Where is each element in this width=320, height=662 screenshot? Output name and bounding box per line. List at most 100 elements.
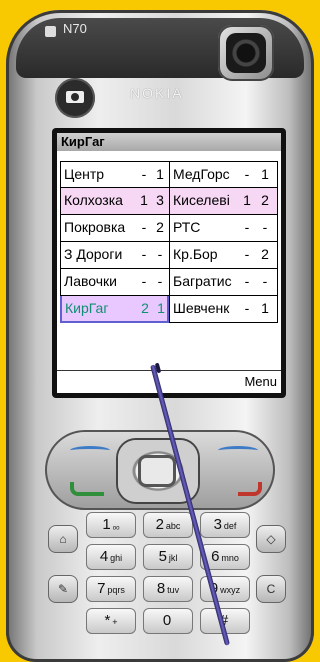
left-softkey[interactable] bbox=[70, 446, 110, 455]
score-a: - bbox=[244, 219, 250, 235]
score-b: - bbox=[262, 219, 268, 235]
key-number: 5 bbox=[158, 548, 167, 565]
score-b: 1 bbox=[261, 166, 269, 182]
model-badge-icon bbox=[45, 26, 56, 37]
key-star[interactable]: * + bbox=[86, 608, 136, 634]
team-name: Шевченк bbox=[173, 300, 230, 316]
lens-icon bbox=[226, 33, 266, 73]
table-cell-left[interactable]: З Дороги - - bbox=[60, 242, 169, 269]
score-b: - bbox=[262, 273, 268, 289]
key-number: 1 bbox=[102, 516, 111, 533]
app-title: КирГаг bbox=[57, 133, 281, 151]
table-row: Лавочки - - Багратис - - bbox=[60, 269, 278, 296]
table-cell-left[interactable]: Покровка -2 bbox=[60, 215, 169, 242]
call-key[interactable] bbox=[70, 482, 104, 496]
table-cell-left[interactable]: Лавочки - - bbox=[60, 269, 169, 296]
key-number: 2 bbox=[155, 516, 164, 533]
key-letters: tuv bbox=[167, 585, 180, 595]
menu-softkey[interactable]: Menu bbox=[244, 374, 277, 389]
table-row: Колхозка 1 3 Киселеві 1 2 bbox=[60, 188, 278, 215]
key-letters: wxyz bbox=[220, 585, 241, 595]
table-cell-left[interactable]: Центр -1 bbox=[60, 161, 169, 188]
key-letters: jkl bbox=[168, 553, 178, 563]
team-name: МедГорс bbox=[173, 166, 230, 182]
key-7[interactable]: 7 pqrs bbox=[86, 576, 136, 602]
clear-key[interactable]: C bbox=[256, 575, 286, 603]
key-number: 8 bbox=[156, 580, 166, 597]
table-cell-right[interactable]: Багратис - - bbox=[169, 269, 278, 296]
score-a: 1 bbox=[243, 192, 251, 208]
multimedia-key[interactable]: ◇ bbox=[256, 525, 286, 553]
key-5[interactable]: 5 jkl bbox=[143, 544, 193, 570]
model-label: N70 bbox=[63, 21, 87, 36]
camera-button[interactable] bbox=[55, 78, 95, 118]
table-row: Покровка -2 РТС - - bbox=[60, 215, 278, 242]
table-cell-left[interactable]: КирГаг 2 1 bbox=[60, 296, 169, 323]
key-number: 3 bbox=[213, 516, 222, 533]
score-b: 3 bbox=[156, 192, 164, 208]
right-softkey[interactable] bbox=[218, 446, 258, 455]
score-b: 1 bbox=[261, 300, 269, 316]
end-call-key[interactable] bbox=[238, 482, 262, 496]
team-name: Покровка bbox=[64, 219, 126, 235]
key-number: * bbox=[104, 612, 111, 629]
team-name: РТС bbox=[173, 219, 201, 235]
camera-icon bbox=[66, 91, 84, 103]
key-letters: ₒₒ bbox=[112, 521, 120, 531]
key-number: 6 bbox=[211, 548, 220, 565]
team-name: Кр.Бор bbox=[173, 246, 218, 262]
key-letters: abc bbox=[165, 521, 181, 531]
score-a: - bbox=[244, 300, 250, 316]
diamond-icon: ◇ bbox=[266, 532, 276, 546]
key-2[interactable]: 2 abc bbox=[143, 512, 193, 538]
menu-icon: ⌂ bbox=[59, 532, 67, 546]
team-name: Центр bbox=[64, 166, 105, 182]
key-number: 0 bbox=[162, 612, 172, 629]
menu-key[interactable]: ⌂ bbox=[48, 525, 78, 553]
camera-lens bbox=[218, 25, 274, 81]
score-a: - bbox=[141, 166, 147, 182]
table-row: З Дороги - - Кр.Бор -2 bbox=[60, 242, 278, 269]
key-number: 4 bbox=[99, 548, 109, 565]
score-a: - bbox=[244, 246, 250, 262]
results-table: Центр -1 МедГорс -1 Колхозка 1 3 Киселеві 1 2 Покр… bbox=[60, 161, 278, 323]
score-b: 2 bbox=[156, 219, 164, 235]
team-name: Лавочки bbox=[64, 273, 117, 289]
key-letters: + bbox=[112, 617, 118, 627]
table-cell-left[interactable]: Колхозка 1 3 bbox=[60, 188, 169, 215]
score-a: 2 bbox=[141, 300, 149, 316]
key-letters: pqrs bbox=[107, 585, 125, 595]
key-letters: def bbox=[223, 521, 237, 531]
softkey-bar: Menu bbox=[57, 370, 281, 393]
edit-key[interactable]: ✎ bbox=[48, 575, 78, 603]
dpad-select-button[interactable] bbox=[138, 455, 176, 487]
score-a: - bbox=[141, 246, 147, 262]
key-letters: ghi bbox=[110, 553, 123, 563]
key-0[interactable]: 0 bbox=[143, 608, 193, 634]
key-1[interactable]: 1 ₒₒ bbox=[86, 512, 136, 538]
key-letters: mno bbox=[221, 553, 239, 563]
screen: КирГаг Центр -1 МедГорс -1 Колхозка 1 3 Киселев… bbox=[57, 133, 281, 393]
table-row: КирГаг 2 1 Шевченк -1 bbox=[60, 296, 278, 323]
clear-icon: C bbox=[266, 582, 276, 596]
key-8[interactable]: 8 tuv bbox=[143, 576, 193, 602]
table-cell-right[interactable]: Киселеві 1 2 bbox=[169, 188, 278, 215]
score-a: - bbox=[244, 273, 250, 289]
table-cell-right[interactable]: Кр.Бор -2 bbox=[169, 242, 278, 269]
team-name: Киселеві bbox=[173, 192, 230, 208]
table-cell-right[interactable]: РТС - - bbox=[169, 215, 278, 242]
edit-icon: ✎ bbox=[57, 582, 69, 596]
score-b: - bbox=[157, 273, 163, 289]
score-b: 1 bbox=[156, 166, 164, 182]
score-a: - bbox=[141, 219, 147, 235]
score-b: - bbox=[157, 246, 163, 262]
score-a: - bbox=[244, 166, 250, 182]
key-3[interactable]: 3 def bbox=[200, 512, 250, 538]
table-cell-right[interactable]: Шевченк -1 bbox=[169, 296, 278, 323]
key-4[interactable]: 4 ghi bbox=[86, 544, 136, 570]
score-b: 2 bbox=[261, 192, 269, 208]
table-cell-right[interactable]: МедГорс -1 bbox=[169, 161, 278, 188]
score-a: 1 bbox=[140, 192, 148, 208]
score-b: 2 bbox=[261, 246, 269, 262]
team-name: З Дороги bbox=[64, 246, 123, 262]
